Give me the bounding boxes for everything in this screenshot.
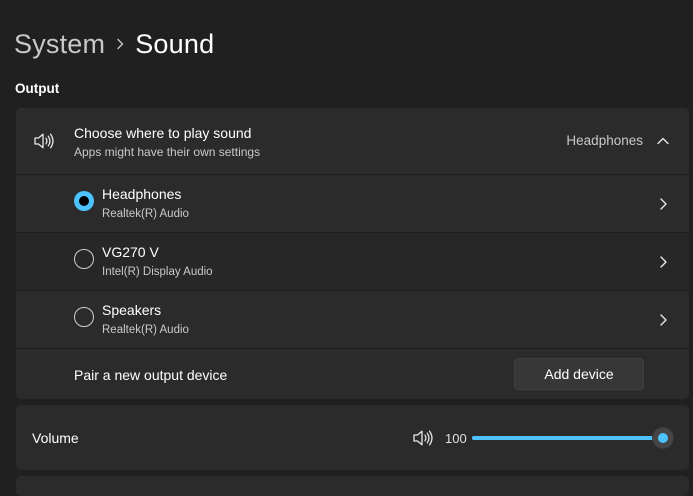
device-name: Headphones [102, 186, 182, 202]
pair-device-row: Pair a new output device Add device [16, 348, 689, 399]
device-name: Speakers [102, 302, 162, 318]
breadcrumb-parent[interactable]: System [14, 29, 105, 60]
volume-label: Volume [32, 430, 79, 446]
add-device-button[interactable]: Add device [514, 358, 644, 390]
current-output-value: Headphones [566, 133, 643, 148]
device-row-headphones[interactable]: Headphones Realtek(R) Audio [16, 174, 689, 232]
chevron-right-icon[interactable] [656, 255, 670, 269]
speaker-icon [33, 131, 55, 151]
output-card: Choose where to play sound Apps might ha… [16, 108, 689, 399]
header-subtitle: Apps might have their own settings [74, 145, 261, 159]
device-row-vg270v[interactable]: VG270 V Intel(R) Display Audio [16, 232, 689, 290]
radio-button[interactable] [74, 307, 94, 327]
device-name: VG270 V [102, 244, 159, 260]
header-title: Choose where to play sound [74, 125, 252, 141]
section-label-output: Output [15, 81, 60, 96]
chevron-right-icon[interactable] [656, 313, 670, 327]
volume-slider-fill [472, 436, 663, 440]
device-row-speakers[interactable]: Speakers Realtek(R) Audio [16, 290, 689, 348]
pair-device-label: Pair a new output device [74, 367, 228, 383]
breadcrumb: System Sound [14, 26, 214, 62]
volume-value: 100 [445, 431, 467, 446]
page-title: Sound [135, 28, 215, 59]
chevron-right-icon[interactable] [656, 197, 670, 211]
volume-slider[interactable] [472, 427, 674, 449]
device-subtitle: Realtek(R) Audio [102, 208, 189, 220]
choose-output-header[interactable]: Choose where to play sound Apps might ha… [16, 108, 689, 174]
radio-button-selected[interactable] [74, 191, 94, 211]
device-subtitle: Realtek(R) Audio [102, 324, 189, 336]
chevron-up-icon[interactable] [656, 134, 670, 148]
speaker-icon[interactable] [412, 428, 434, 448]
device-subtitle: Intel(R) Display Audio [102, 266, 213, 278]
volume-slider-thumb[interactable] [652, 427, 674, 449]
radio-button[interactable] [74, 249, 94, 269]
next-card [16, 476, 689, 496]
volume-card: Volume 100 [16, 405, 689, 470]
chevron-right-icon [105, 38, 135, 50]
